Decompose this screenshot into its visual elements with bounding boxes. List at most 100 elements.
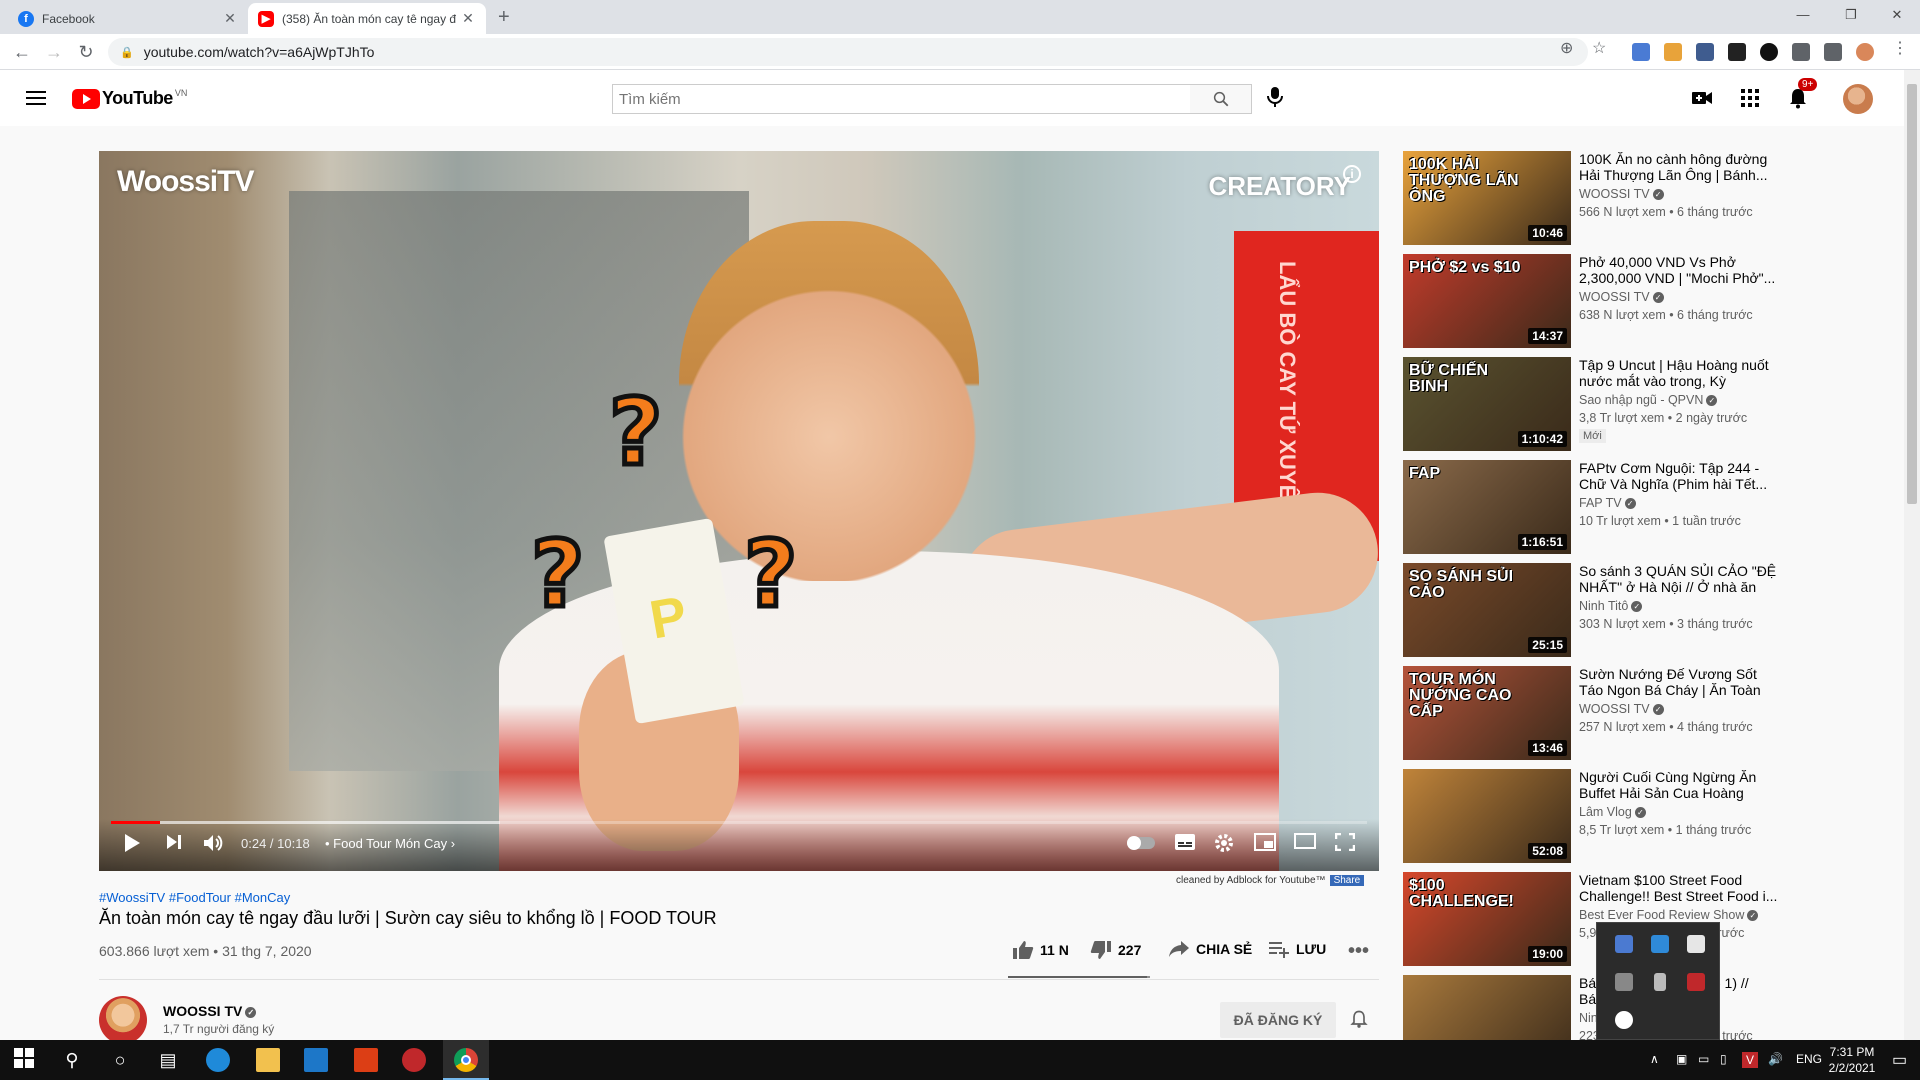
bookmark-star-icon[interactable]: ☆: [1592, 38, 1606, 58]
tray-app-icon[interactable]: [1615, 935, 1633, 953]
notification-bell-icon[interactable]: [1349, 1008, 1369, 1036]
apps-grid-icon[interactable]: [1738, 86, 1762, 110]
recommendation-channel[interactable]: WOOSSI TV ✓: [1579, 187, 1664, 201]
new-tab-button[interactable]: +: [498, 6, 510, 29]
recommendation-title[interactable]: Sườn Nướng Đế Vương Sốt Táo Ngon Bá Cháy…: [1579, 666, 1779, 698]
video-thumbnail[interactable]: 52:08: [1403, 769, 1571, 863]
address-bar[interactable]: 🔒 youtube.com/watch?v=a6AjWpTJhTo: [108, 38, 1588, 66]
maximize-button[interactable]: ❐: [1828, 0, 1874, 30]
puzzle-extensions-icon[interactable]: [1792, 43, 1810, 61]
more-actions-icon[interactable]: •••: [1348, 940, 1369, 963]
notifications-bell-icon[interactable]: 9+: [1786, 78, 1818, 110]
recommendation-channel[interactable]: Lâm Vlog ✓: [1579, 805, 1646, 819]
fullscreen-icon[interactable]: [1334, 832, 1356, 856]
youtube-logo[interactable]: YouTube VN: [72, 88, 187, 109]
minimize-button[interactable]: —: [1780, 0, 1826, 30]
office-icon[interactable]: [354, 1048, 378, 1072]
tab-facebook[interactable]: f Facebook ✕: [8, 3, 248, 34]
adblock-share-button[interactable]: Share: [1329, 875, 1365, 886]
share-button[interactable]: CHIA SẺ: [1168, 940, 1252, 958]
recommendation-channel[interactable]: Best Ever Food Review Show ✓: [1579, 908, 1759, 922]
chrome-menu-icon[interactable]: ⋮: [1892, 38, 1908, 58]
recommendation-item[interactable]: 100K HẢI THƯỢNG LÃN ÔNG 10:46 100K Ăn no c…: [1403, 151, 1783, 245]
progress-bar[interactable]: [111, 821, 1367, 824]
recommendation-title[interactable]: FAPtv Cơm Nguội: Tập 244 - Chữ Và Nghĩa …: [1579, 460, 1779, 492]
action-center-icon[interactable]: ▭: [1892, 1050, 1907, 1070]
install-icon[interactable]: ⊕: [1560, 38, 1573, 58]
tray-security-icon[interactable]: [1687, 935, 1705, 953]
dislike-button[interactable]: 227: [1090, 940, 1141, 960]
cortana-icon[interactable]: ○: [108, 1048, 132, 1072]
microphone-icon[interactable]: [1265, 86, 1285, 114]
video-thumbnail[interactable]: FAP 1:16:51: [1403, 460, 1571, 554]
search-input[interactable]: [613, 85, 1215, 113]
volume-icon[interactable]: [203, 833, 225, 858]
file-explorer-icon[interactable]: [256, 1048, 280, 1072]
chapter-title[interactable]: • Food Tour Món Cay ›: [325, 836, 455, 851]
like-button[interactable]: 11 N: [1012, 940, 1069, 960]
close-window-button[interactable]: ✕: [1874, 0, 1920, 30]
recommendation-item[interactable]: SO SÁNH SỦI CẢO 25:15 So sánh 3 QUÁN SỦI C…: [1403, 563, 1783, 657]
theater-mode-icon[interactable]: [1294, 833, 1316, 854]
tray-v-icon[interactable]: V: [1742, 1052, 1758, 1068]
recommendation-channel[interactable]: Ninh Titô✓: [1579, 599, 1643, 613]
reload-button[interactable]: ↻: [74, 40, 98, 64]
extension-icon[interactable]: [1760, 43, 1778, 61]
video-thumbnail[interactable]: BỮ CHIẾN BINH 1:10:42: [1403, 357, 1571, 451]
video-thumbnail[interactable]: SO SÁNH SỦI CẢO 25:15: [1403, 563, 1571, 657]
tray-expand-icon[interactable]: ∧: [1650, 1052, 1659, 1066]
recommendation-title[interactable]: Vietnam $100 Street Food Challenge!! Bes…: [1579, 872, 1779, 904]
network-icon[interactable]: ▭: [1698, 1052, 1709, 1066]
chrome-taskbar-button[interactable]: [443, 1040, 489, 1080]
channel-name[interactable]: WOOSSI TV ✓: [163, 1003, 257, 1019]
recommendation-item[interactable]: BỮ CHIẾN BINH 1:10:42 Tập 9 Uncut | Hậu Ho…: [1403, 357, 1783, 451]
edge-browser-icon[interactable]: [206, 1048, 230, 1072]
recommendation-title[interactable]: Người Cuối Cùng Ngừng Ăn Buffet Hải Sản …: [1579, 769, 1779, 801]
subscribed-button[interactable]: ĐÃ ĐĂNG KÝ: [1220, 1002, 1336, 1038]
info-icon[interactable]: i: [1343, 165, 1361, 183]
tray-usb-icon[interactable]: [1654, 973, 1666, 991]
page-scrollbar[interactable]: [1904, 70, 1920, 1042]
clock[interactable]: 7:31 PM 2/2/2021: [1816, 1044, 1888, 1076]
recommendation-item[interactable]: PHỞ $2 vs $10 14:37 Phở 40,000 VND Vs Phở …: [1403, 254, 1783, 348]
volume-icon[interactable]: 🔊: [1768, 1052, 1783, 1066]
play-icon[interactable]: [123, 833, 141, 858]
eyedropper-extension-icon[interactable]: [1696, 43, 1714, 61]
menu-icon[interactable]: [24, 88, 48, 108]
reading-list-icon[interactable]: [1824, 43, 1842, 61]
tab-youtube[interactable]: ▶ (358) Ăn toàn món cay tê ngay đ ✕: [248, 3, 486, 34]
video-thumbnail[interactable]: $100 CHALLENGE! 19:00: [1403, 872, 1571, 966]
search-button[interactable]: [1190, 84, 1252, 114]
tray-app-icon[interactable]: [1687, 973, 1705, 991]
extension-icon[interactable]: [1664, 43, 1682, 61]
channel-avatar[interactable]: [99, 996, 147, 1044]
recommendation-channel[interactable]: WOOSSI TV ✓: [1579, 290, 1664, 304]
recommendation-item[interactable]: TOUR MÓN NƯỚNG CAO CẤP 13:46 Sườn Nướng Đế…: [1403, 666, 1783, 760]
forward-button[interactable]: →: [42, 40, 66, 64]
video-thumbnail[interactable]: 100K HẢI THƯỢNG LÃN ÔNG 10:46: [1403, 151, 1571, 245]
recommendation-item[interactable]: FAP 1:16:51 FAPtv Cơm Nguội: Tập 244 - Chữ…: [1403, 460, 1783, 554]
task-view-icon[interactable]: ▤: [156, 1048, 180, 1072]
extension-icon[interactable]: [1728, 43, 1746, 61]
recommendation-item[interactable]: $100 CHALLENGE! 19:00 Vietnam $100 Street …: [1403, 872, 1783, 966]
recommendation-item[interactable]: 52:08 Người Cuối Cùng Ngừng Ăn Buffet Hải…: [1403, 769, 1783, 863]
app-icon[interactable]: [402, 1048, 426, 1072]
tray-gamepad-icon[interactable]: [1615, 973, 1633, 991]
video-thumbnail[interactable]: PHỞ $2 vs $10 14:37: [1403, 254, 1571, 348]
autoplay-toggle[interactable]: [1127, 836, 1155, 850]
recommendation-channel[interactable]: Sao nhập ngũ - QPVN ✓: [1579, 393, 1718, 407]
back-button[interactable]: ←: [10, 40, 34, 64]
recommendation-title[interactable]: 100K Ăn no cành hông đường Hải Thượng Lã…: [1579, 151, 1779, 183]
close-tab-icon[interactable]: ✕: [460, 10, 476, 27]
video-player[interactable]: LẨU BÒ CAY TỨ XUYÊN P ? ? ? WoossiTV CRE…: [99, 151, 1379, 871]
account-avatar[interactable]: [1843, 84, 1873, 114]
recommendation-title[interactable]: Phở 40,000 VND Vs Phở 2,300,000 VND | "M…: [1579, 254, 1779, 286]
tray-app-icon[interactable]: [1615, 1011, 1633, 1029]
tray-app-icon[interactable]: [1651, 935, 1669, 953]
settings-gear-icon[interactable]: [1214, 833, 1234, 858]
create-video-icon[interactable]: [1690, 86, 1714, 110]
scrollbar-thumb[interactable]: [1907, 84, 1917, 504]
close-tab-icon[interactable]: ✕: [222, 10, 238, 27]
miniplayer-icon[interactable]: [1254, 833, 1276, 856]
translate-extension-icon[interactable]: [1632, 43, 1650, 61]
